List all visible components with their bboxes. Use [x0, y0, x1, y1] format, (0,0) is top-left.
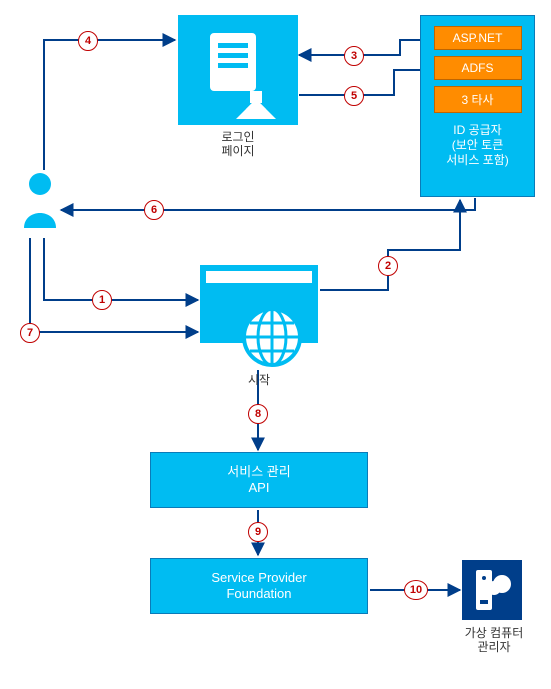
vmm-label: 가상 컴퓨터 관리자	[448, 626, 540, 654]
login-label-2: 페이지	[221, 144, 254, 158]
service-api-l2: API	[151, 480, 367, 496]
service-api-l1: 서비스 관리	[151, 464, 367, 480]
step-1: 1	[92, 290, 112, 310]
idp-third: 3 타사	[434, 86, 522, 113]
vmm-tile	[462, 560, 522, 620]
step-8: 8	[248, 404, 268, 424]
idp-adfs: ADFS	[434, 56, 522, 80]
vmm-l2: 관리자	[477, 640, 510, 654]
step-3: 3	[344, 46, 364, 66]
step-6: 6	[144, 200, 164, 220]
step-2: 2	[378, 256, 398, 276]
step-10: 10	[404, 580, 428, 600]
idp-aspnet: ASP.NET	[434, 26, 522, 50]
vmm-l1: 가상 컴퓨터	[465, 626, 524, 640]
user-icon	[20, 170, 60, 230]
login-label-1: 로그인	[221, 130, 254, 144]
start-tile	[200, 265, 318, 367]
id-provider-panel: ASP.NET ADFS 3 타사 ID 공급자 (보안 토큰 서비스 포함)	[420, 15, 535, 197]
login-page-label: 로그인 페이지	[178, 130, 298, 158]
step-9: 9	[248, 522, 268, 542]
spf-l2: Foundation	[151, 586, 367, 602]
step-5: 5	[344, 86, 364, 106]
login-page-tile	[178, 15, 298, 125]
start-label: 시작	[200, 373, 318, 387]
idp-title-2: (보안 토큰	[452, 138, 504, 152]
service-api-box: 서비스 관리 API	[150, 452, 368, 508]
spf-box: Service Provider Foundation	[150, 558, 368, 614]
step-7: 7	[20, 323, 40, 343]
idp-title-1: ID 공급자	[453, 123, 501, 137]
spf-l1: Service Provider	[151, 570, 367, 586]
step-4: 4	[78, 31, 98, 51]
idp-title-3: 서비스 포함)	[446, 153, 509, 167]
